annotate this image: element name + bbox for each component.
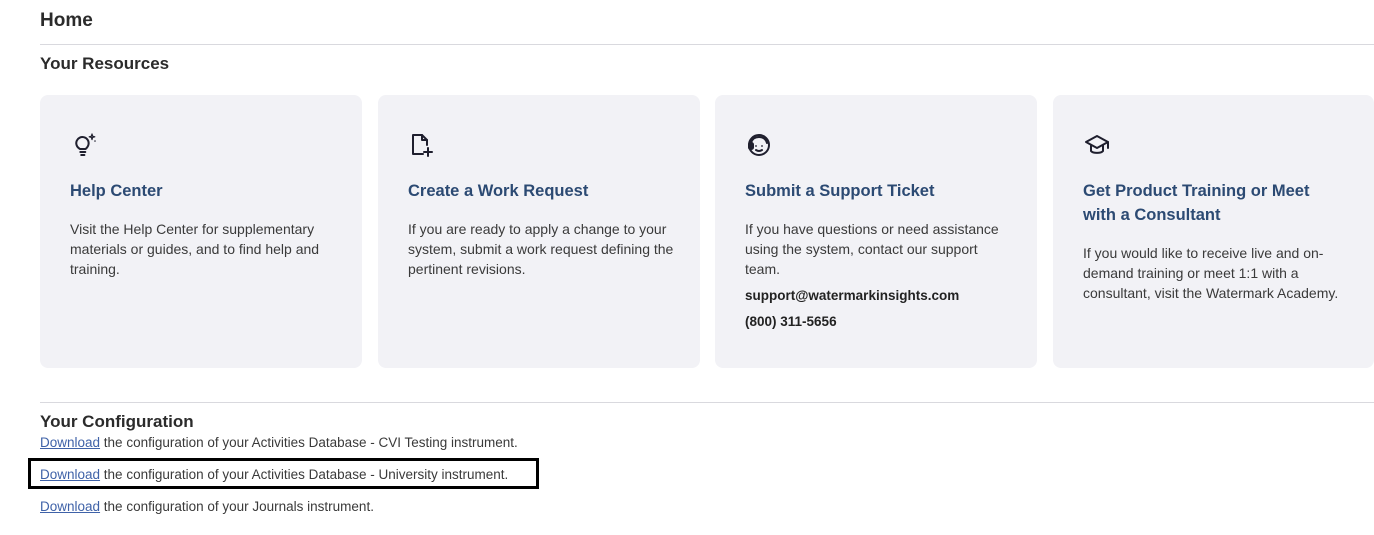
graduation-cap-icon [1083,131,1111,159]
support-phone[interactable]: (800) 311-5656 [745,314,837,329]
config-item-text: the configuration of your Journals instr… [100,499,374,514]
lightbulb-sparkle-icon [70,131,98,159]
config-item: Download the configuration of your Journ… [40,499,374,514]
file-add-icon [408,131,436,159]
headset-icon [745,131,773,159]
work-request-title: Create a Work Request [408,182,589,200]
training-card[interactable]: Get Product Training or Meet with a Cons… [1053,95,1374,368]
config-item: Download the configuration of your Activ… [40,435,518,450]
support-ticket-title: Submit a Support Ticket [745,182,935,200]
home-page: Home Your Resources Help Center Visit th… [0,0,1374,535]
header-divider [40,44,1374,45]
configuration-heading: Your Configuration [40,412,194,431]
help-center-card[interactable]: Help Center Visit the Help Center for su… [40,95,362,368]
work-request-description: If you are ready to apply a change to yo… [408,221,674,277]
resources-heading: Your Resources [40,54,170,73]
section-divider [40,402,1374,403]
support-ticket-card[interactable]: Submit a Support Ticket If you have ques… [715,95,1037,368]
page-title: Home [40,10,93,31]
download-link[interactable]: Download [40,435,100,450]
training-description: If you would like to receive live and on… [1083,245,1339,301]
support-email[interactable]: support@watermarkinsights.com [745,288,959,303]
help-center-description: Visit the Help Center for supplementary … [70,221,320,277]
config-item-text: the configuration of your Activities Dat… [100,435,518,450]
support-ticket-description: If you have questions or need assistance… [745,221,999,277]
training-title: Get Product Training or Meet with a Cons… [1083,182,1310,224]
work-request-card[interactable]: Create a Work Request If you are ready t… [378,95,700,368]
resource-cards: Help Center Visit the Help Center for su… [40,95,1374,368]
highlight-box [28,458,539,489]
help-center-title: Help Center [70,182,163,200]
download-link[interactable]: Download [40,499,100,514]
